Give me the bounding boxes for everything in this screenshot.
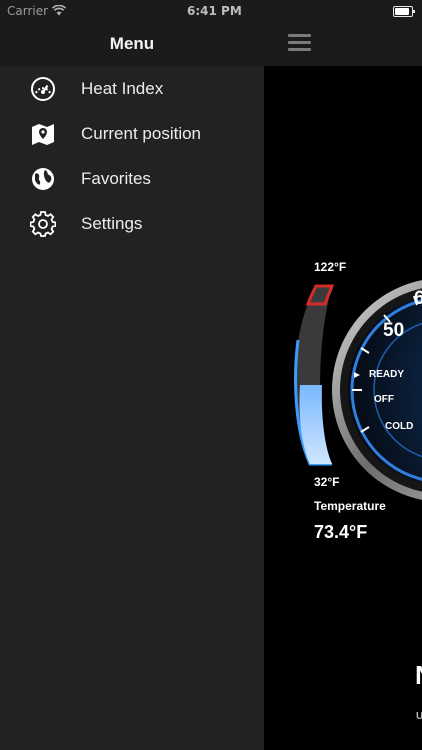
gauge-state-off: OFF: [374, 394, 394, 405]
globe-icon: [32, 168, 54, 190]
menu-item-label: Favorites: [81, 169, 151, 188]
clipped-heading-text: N: [415, 660, 422, 691]
menu-item-label: Settings: [81, 214, 143, 233]
status-bar: Carrier 6:41 PM: [0, 0, 422, 22]
temperature-title: Temperature: [314, 499, 386, 513]
menu-toggle-icon[interactable]: [288, 34, 311, 52]
temperature-value: 73.4°F: [314, 522, 368, 542]
main-content: 122°F 32°F Temperature 73.4°F 50 6 READY…: [264, 0, 422, 750]
map-pin-icon: [32, 124, 54, 145]
gear-icon: [30, 211, 56, 237]
side-menu: Menu Heat Index Current position Favorit…: [0, 0, 264, 750]
menu-item-label: Heat Index: [81, 79, 164, 98]
carrier-label: Carrier: [7, 4, 49, 18]
menu-item-heat-index[interactable]: Heat Index: [0, 66, 264, 111]
gauge-state-ready: READY: [369, 369, 405, 380]
menu-item-settings[interactable]: Settings: [0, 201, 264, 246]
menu-title: Menu: [109, 34, 155, 53]
speedometer-icon: [31, 77, 55, 101]
gauge-number-50: 50: [383, 320, 405, 341]
temperature-min-label: 32°F: [314, 475, 340, 489]
gauge-state-cold: COLD: [385, 421, 414, 432]
clipped-caption-text: U: [416, 711, 422, 722]
battery-icon: [393, 6, 415, 17]
menu-item-favorites[interactable]: Favorites: [0, 156, 264, 201]
gauge-number-6: 6: [414, 288, 422, 309]
menu-item-current-position[interactable]: Current position: [0, 111, 264, 156]
clock: 6:41 PM: [187, 4, 242, 18]
menu-item-label: Current position: [81, 124, 202, 143]
wifi-icon: [52, 5, 66, 16]
temperature-max-label: 122°F: [314, 260, 347, 274]
